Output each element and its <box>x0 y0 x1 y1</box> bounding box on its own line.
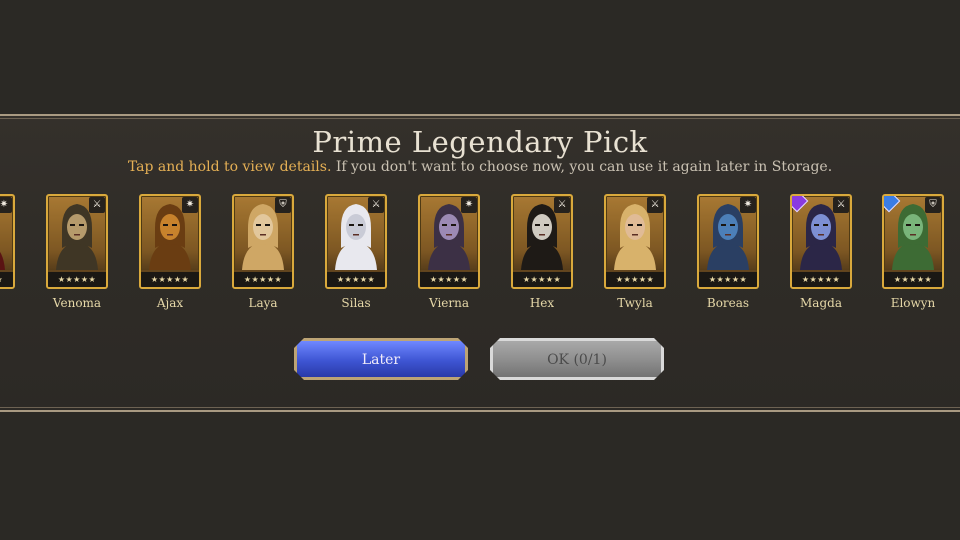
champion-card[interactable]: ⚔ ★★★★★ <box>511 194 573 289</box>
champion-name: Ajax <box>156 296 184 310</box>
star-rating: ★★★★★ <box>606 272 664 287</box>
champion-type-icon: ⚔ <box>833 197 849 213</box>
champion-name: Silas <box>341 296 371 310</box>
pick-panel: Prime Legendary Pick Tap and hold to vie… <box>0 114 960 412</box>
champion-type-icon: ✷ <box>740 197 756 213</box>
champion-card[interactable]: ✷ ★★★★★ <box>697 194 759 289</box>
champion-card[interactable]: ✷ ★★★★★ <box>0 194 15 289</box>
champion-name: Vierna <box>428 296 469 310</box>
champion-type-icon: ✷ <box>0 197 12 213</box>
champion-type-icon: ✷ <box>182 197 198 213</box>
champion-card[interactable]: ✷ ★★★★★ <box>139 194 201 289</box>
star-rating: ★★★★★ <box>699 272 757 287</box>
star-rating: ★★★★★ <box>141 272 199 287</box>
champion-type-icon: ⛨ <box>925 197 941 213</box>
subtitle-text: If you don't want to choose now, you can… <box>331 159 833 175</box>
champion-card[interactable]: ⛨ ★★★★★ <box>232 194 294 289</box>
star-rating: ★★★★★ <box>48 272 106 287</box>
panel-subtitle: Tap and hold to view details. If you don… <box>0 159 960 175</box>
star-rating: ★★★★★ <box>327 272 385 287</box>
champion-name: Magda <box>800 296 842 310</box>
champion-type-icon: ⛨ <box>275 197 291 213</box>
champion-type-icon: ⚔ <box>554 197 570 213</box>
star-rating: ★★★★★ <box>792 272 850 287</box>
champion-name: Venoma <box>52 296 102 310</box>
star-rating: ★★★★★ <box>234 272 292 287</box>
star-rating: ★★★★★ <box>420 272 478 287</box>
champion-type-icon: ✷ <box>461 197 477 213</box>
champion-card[interactable]: ✷ ★★★★★ <box>418 194 480 289</box>
champion-card[interactable]: ⚔ ★★★★★ <box>46 194 108 289</box>
later-button[interactable]: Later <box>294 338 468 380</box>
subtitle-highlight: Tap and hold to view details. <box>127 159 332 175</box>
champion-name: Boreas <box>706 296 750 310</box>
champion-name: Laya <box>248 296 278 310</box>
champion-card-list: ✷ ★★★★★ nd ⚔ ★★★★★ Venoma ✷ ★★★★★ Ajax ⛨ ★★★★★ Laya… <box>0 194 960 314</box>
champion-card[interactable]: ⚔ ★★★★★ <box>790 194 852 289</box>
ok-button[interactable]: OK (0/1) <box>490 338 664 380</box>
champion-name: Twyla <box>617 296 653 310</box>
champion-type-icon: ⚔ <box>647 197 663 213</box>
panel-title: Prime Legendary Pick <box>312 125 648 159</box>
panel-top-border <box>0 114 960 119</box>
champion-card[interactable]: ⚔ ★★★★★ <box>325 194 387 289</box>
champion-type-icon: ⚔ <box>368 197 384 213</box>
champion-type-icon: ⚔ <box>89 197 105 213</box>
champion-name: Elowyn <box>890 296 936 310</box>
background-bottom <box>0 412 960 540</box>
background-top <box>0 0 960 114</box>
champion-name: Hex <box>529 296 555 310</box>
panel-bottom-border <box>0 407 960 412</box>
star-rating: ★★★★★ <box>513 272 571 287</box>
star-rating: ★★★★★ <box>0 272 13 287</box>
champion-card[interactable]: ⚔ ★★★★★ <box>604 194 666 289</box>
star-rating: ★★★★★ <box>884 272 942 287</box>
champion-name: nd <box>0 296 29 310</box>
champion-card[interactable]: ⛨ ★★★★★ <box>882 194 944 289</box>
